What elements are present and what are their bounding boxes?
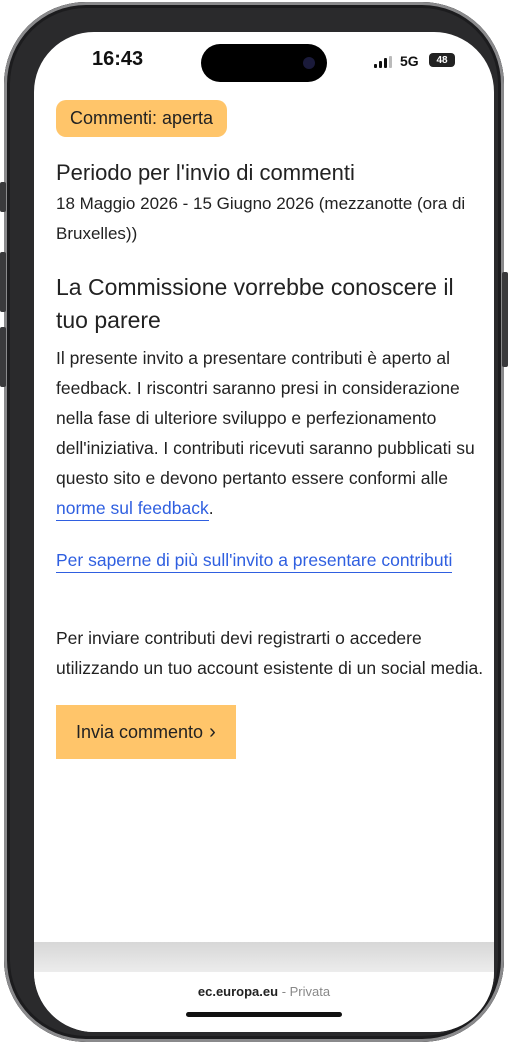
network-type: 5G: [400, 53, 419, 69]
url-domain: ec.europa.eu: [197, 984, 279, 999]
phone-frame: 16:43 5G 48 Commenti: aperta Periodo per…: [0, 2, 508, 1042]
private-mode-label: Privata: [289, 984, 331, 999]
section-heading: La Commissione vorrebbe conoscere il tuo…: [56, 274, 454, 333]
action-button: [0, 182, 6, 212]
register-text: Per inviare contributi devi registrarti …: [56, 628, 484, 678]
volume-down-button: [0, 327, 6, 387]
address-text: ec.europa.eu - Privata: [34, 984, 494, 999]
url-separator: -: [278, 984, 290, 999]
more-info-link[interactable]: Per saperne di più sull'invito a present…: [56, 550, 453, 573]
volume-up-button: [0, 252, 6, 312]
status-badge: Commenti: aperta: [56, 100, 228, 137]
feedback-rules-link[interactable]: norme sul feedback: [56, 498, 209, 521]
signal-icon: [374, 56, 392, 68]
paragraph-text: Il presente invito a presentare contribu…: [56, 348, 475, 488]
submit-comment-label: Invia commento: [76, 721, 204, 742]
paragraph-end: .: [208, 498, 214, 518]
period-dates: 18 Maggio 2026 - 15 Giugno 2026 (mezzano…: [56, 194, 466, 243]
camera-icon: [303, 57, 315, 69]
battery-level: 48: [436, 54, 448, 66]
battery-icon: 48: [429, 53, 455, 67]
status-time: 16:43: [92, 48, 144, 70]
screen: 16:43 5G 48 Commenti: aperta Periodo per…: [34, 32, 494, 1032]
toolbar-shadow: [34, 942, 494, 972]
period-title: Periodo per l'invio di commenti: [56, 160, 355, 185]
main-content: Commenti: aperta Periodo per l'invio di …: [56, 100, 484, 759]
status-bar: 16:43 5G 48: [34, 32, 494, 92]
feedback-paragraph: Il presente invito a presentare contribu…: [56, 343, 484, 523]
more-info-paragraph: Per saperne di più sull'invito a present…: [56, 545, 484, 575]
power-button: [502, 272, 508, 367]
chevron-right-icon: ›: [209, 720, 216, 743]
submit-comment-button[interactable]: Invia commento ›: [56, 705, 236, 759]
home-indicator[interactable]: [186, 1012, 342, 1017]
browser-address-bar[interactable]: ec.europa.eu - Privata: [34, 972, 494, 1032]
dynamic-island: [201, 44, 327, 82]
